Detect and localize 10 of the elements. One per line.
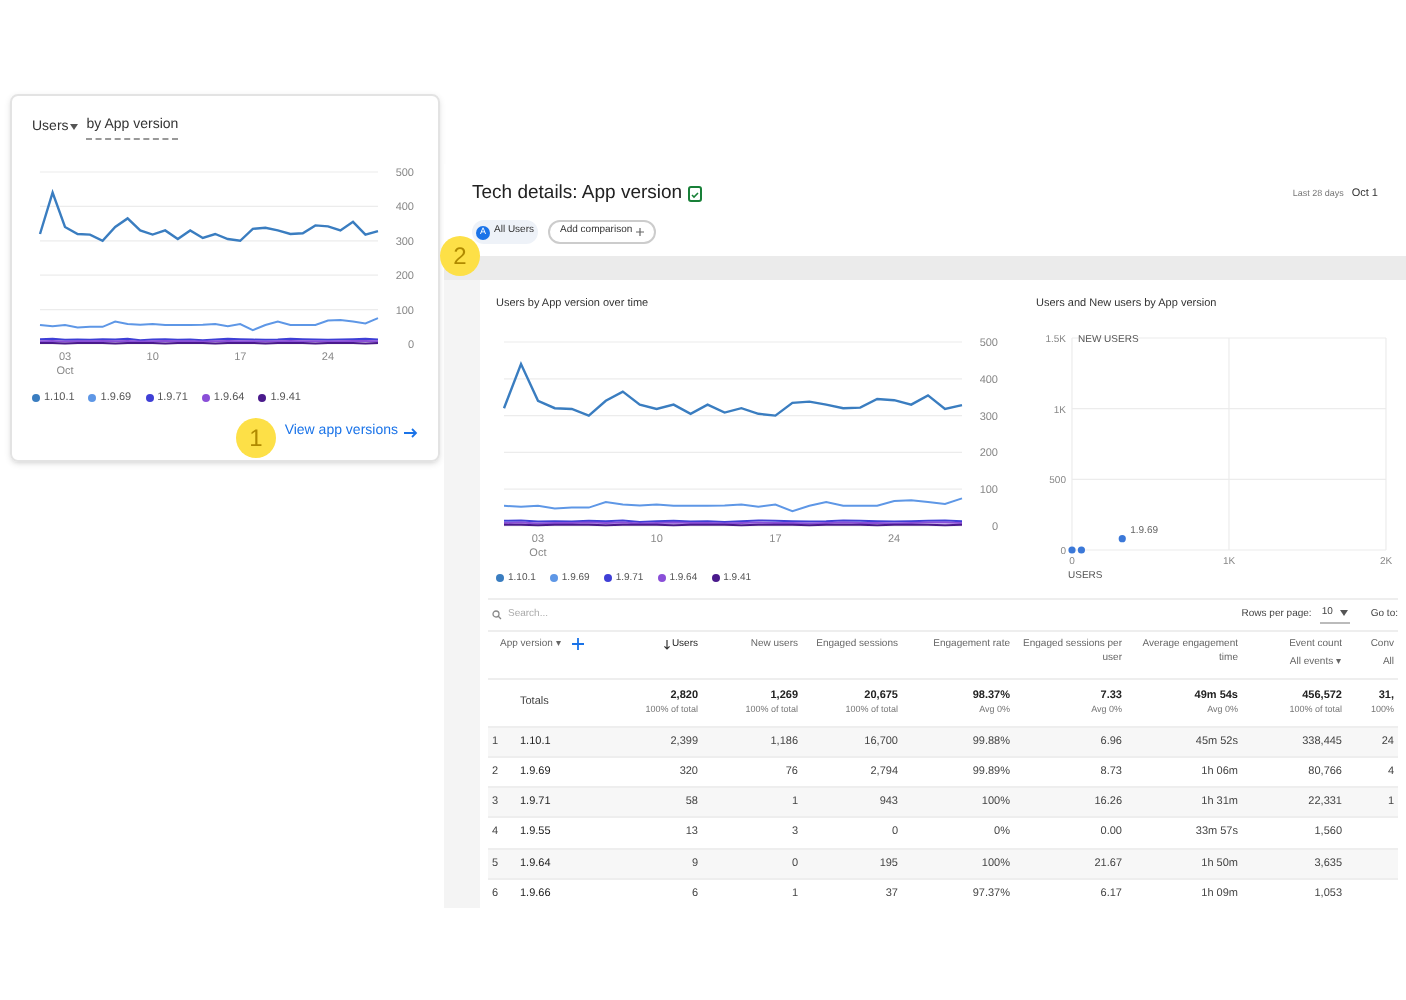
page-title: Tech details: App version: [472, 180, 683, 208]
report-icon: [688, 186, 703, 203]
caret-icon: [70, 124, 79, 131]
search-icon: [492, 609, 502, 620]
caret-icon: [1340, 610, 1349, 617]
plus-icon: [636, 228, 645, 236]
sort-arrow-icon: [663, 639, 670, 650]
callout-number: 1: [236, 418, 276, 458]
arrow-right-icon: [404, 427, 418, 437]
plus-icon[interactable]: [571, 637, 584, 649]
